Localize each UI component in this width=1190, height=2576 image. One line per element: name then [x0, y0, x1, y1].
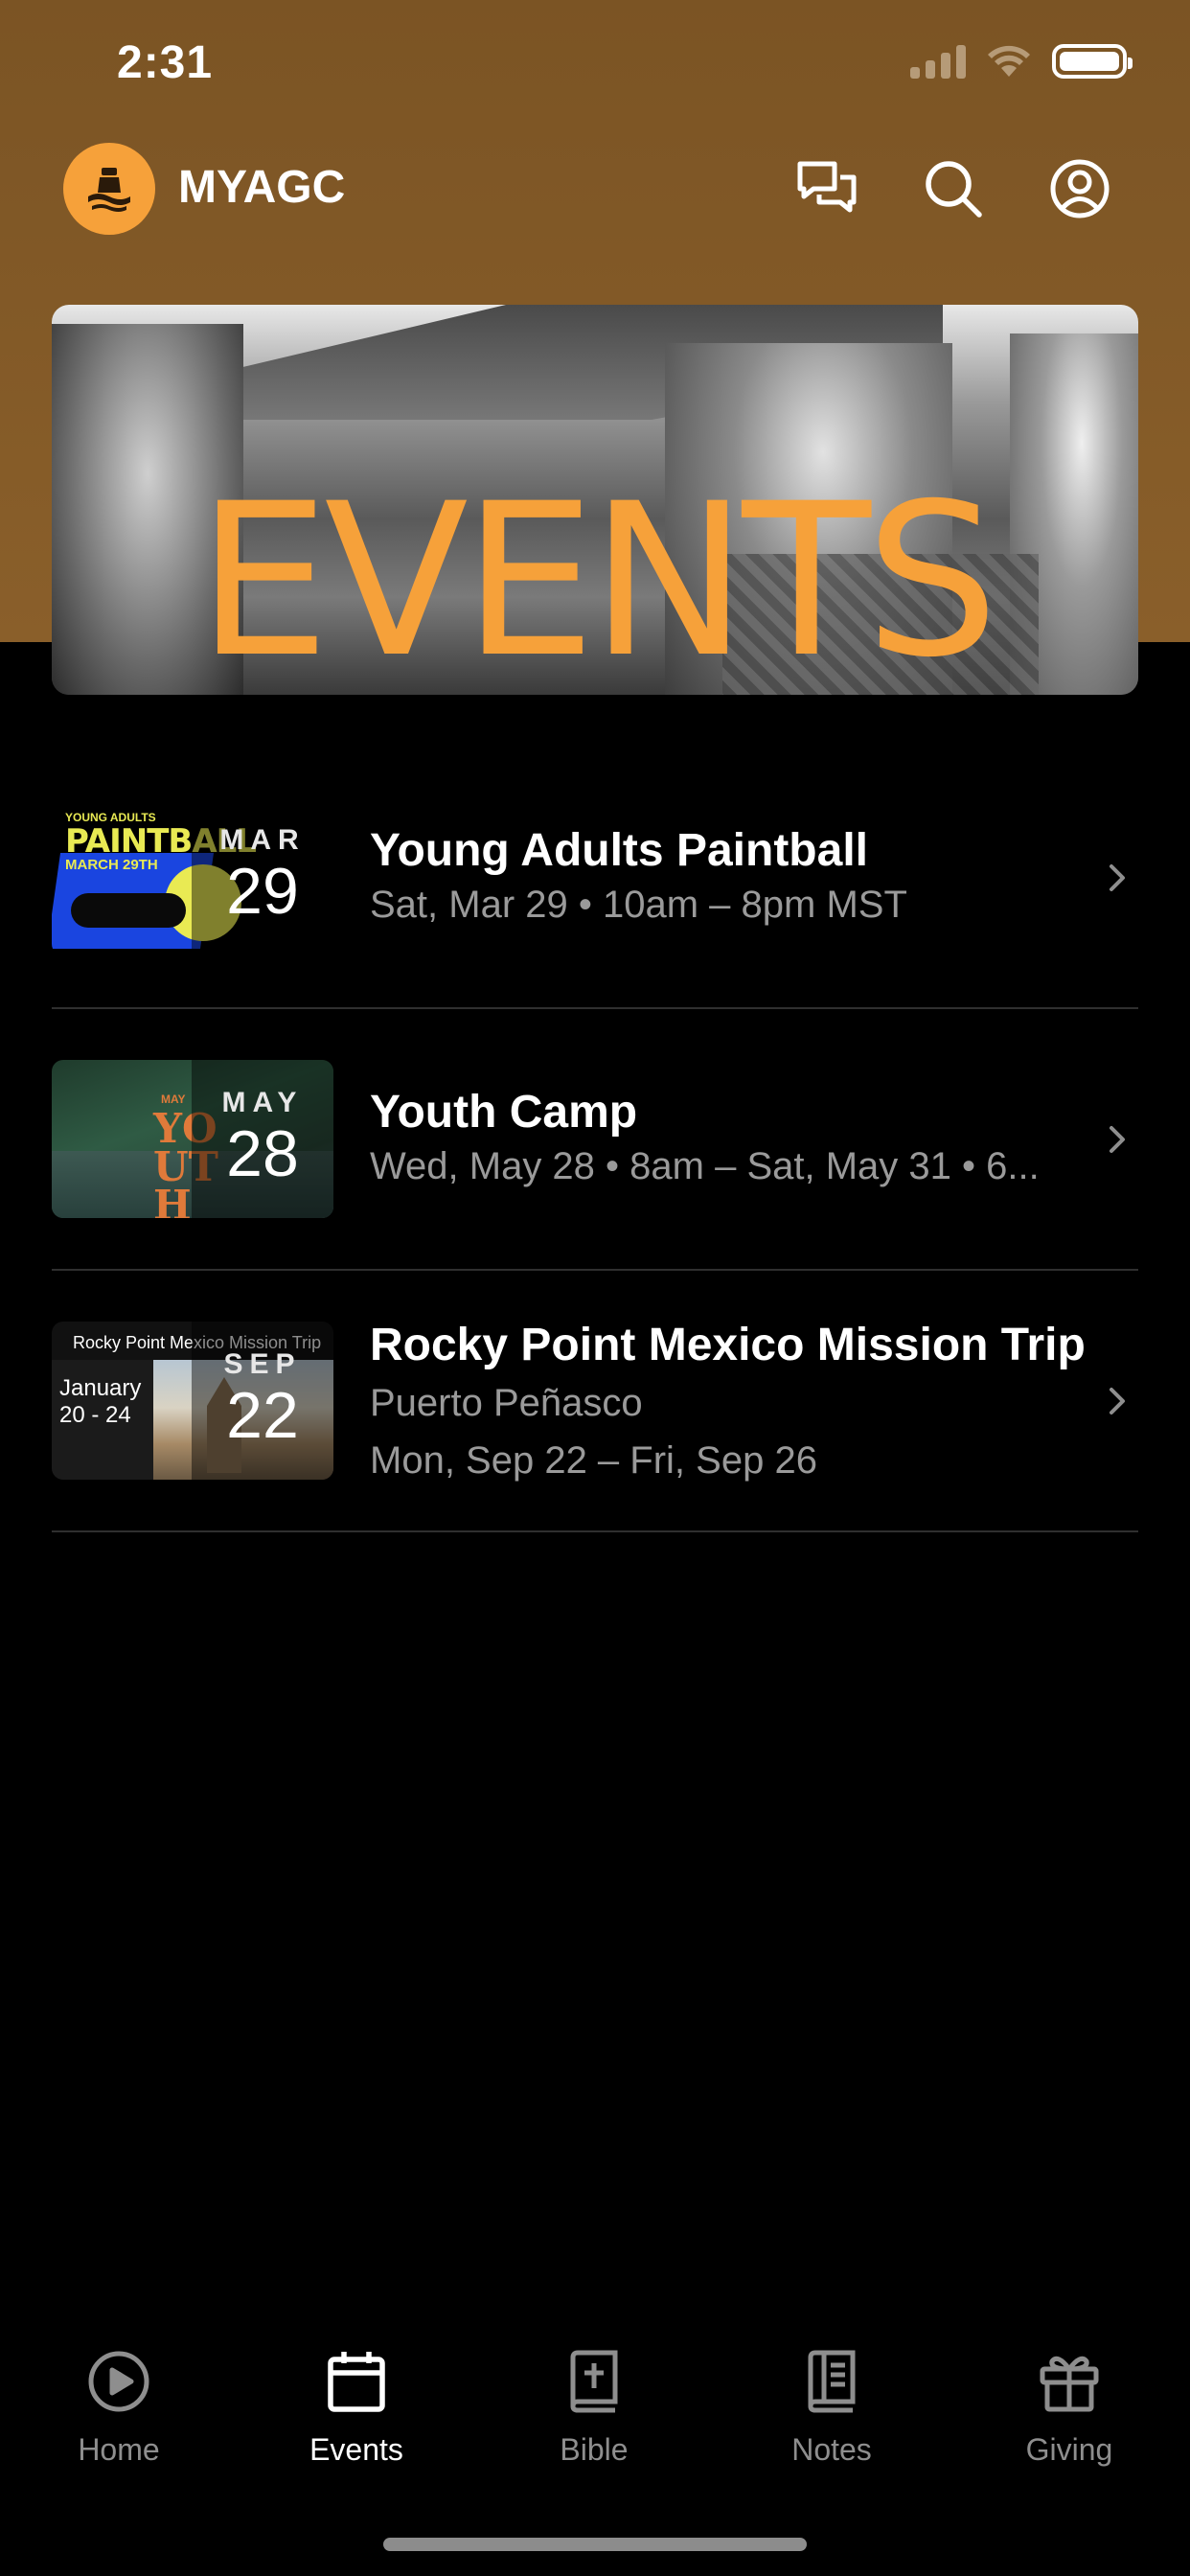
battery-icon — [1052, 44, 1133, 79]
event-row-youth-camp[interactable]: MAY YOUTH CAMP MAY 28 Youth Camp Wed, Ma… — [52, 1009, 1138, 1271]
event-datetime: Sat, Mar 29 • 10am – 8pm MST — [370, 884, 907, 926]
wifi-icon — [988, 45, 1030, 77]
chevron-right-icon — [1110, 864, 1125, 891]
play-circle-icon — [88, 2351, 149, 2412]
event-thumbnail: YOUNG ADULTS PAINTBALL MARCH 29TH MAR 29 — [52, 797, 333, 955]
event-title: Rocky Point Mexico Mission Trip — [370, 1320, 1086, 1370]
tab-giving[interactable]: Giving — [973, 2348, 1165, 2468]
notes-icon — [808, 2350, 856, 2413]
tab-label: Giving — [1025, 2432, 1113, 2467]
date-day: 22 — [226, 1379, 299, 1452]
profile-button[interactable] — [1046, 155, 1113, 222]
tab-events[interactable]: Events — [261, 2348, 452, 2468]
date-badge: MAR 29 — [192, 797, 333, 955]
chevron-right-icon — [1110, 1388, 1125, 1414]
date-badge: MAY 28 — [192, 1060, 333, 1218]
thumb-label: MARCH 29TH — [65, 857, 158, 873]
event-datetime: Wed, May 28 • 8am – Sat, May 31 • 6... — [370, 1145, 1040, 1187]
status-icons — [910, 44, 1133, 79]
status-time: 2:31 — [117, 37, 214, 88]
chevron-right-icon — [1110, 1126, 1125, 1153]
events-banner: EVENTS — [52, 305, 1138, 695]
date-month: SEP — [223, 1348, 302, 1380]
thumb-label-range: 20 - 24 — [59, 1401, 131, 1428]
gift-icon — [1040, 2356, 1099, 2412]
tab-label: Events — [309, 2432, 403, 2467]
date-month: MAY — [221, 1087, 304, 1118]
event-thumbnail: Rocky Point Mexico Mission Trip January … — [52, 1322, 333, 1480]
tab-label: Notes — [791, 2432, 872, 2467]
event-title: Young Adults Paintball — [370, 825, 868, 876]
profile-icon — [1050, 159, 1110, 218]
event-title: Youth Camp — [370, 1087, 638, 1138]
thumb-label-month: January — [59, 1375, 142, 1401]
tab-notes[interactable]: Notes — [736, 2348, 927, 2468]
search-icon — [926, 161, 982, 218]
lighthouse-icon — [88, 168, 130, 212]
signal-icon — [910, 44, 966, 79]
calendar-icon — [328, 2352, 385, 2412]
thumb-shape — [71, 893, 186, 928]
tab-home[interactable]: Home — [23, 2348, 215, 2468]
tab-bible[interactable]: Bible — [498, 2348, 690, 2468]
tab-label: Home — [78, 2432, 160, 2467]
banner-title: EVENTS — [196, 458, 998, 695]
event-row-rocky-point[interactable]: Rocky Point Mexico Mission Trip January … — [52, 1271, 1138, 1532]
thumb-label: January 20 - 24 — [59, 1375, 141, 1428]
event-thumbnail: MAY YOUTH CAMP MAY 28 — [52, 1060, 333, 1218]
tab-label: Bible — [560, 2432, 629, 2467]
chat-button[interactable] — [793, 155, 860, 222]
date-badge: SEP 22 — [192, 1322, 333, 1480]
search-button[interactable] — [920, 155, 987, 222]
date-month: MAR — [219, 824, 306, 856]
app-title: MYAGC — [178, 162, 346, 213]
app-logo[interactable] — [63, 143, 155, 235]
event-row-paintball[interactable]: YOUNG ADULTS PAINTBALL MARCH 29TH MAR 29… — [52, 748, 1138, 1009]
event-datetime: Mon, Sep 22 – Fri, Sep 26 — [370, 1439, 817, 1482]
date-day: 28 — [226, 1117, 299, 1190]
thumb-label: MAY — [161, 1092, 186, 1106]
chat-icon — [797, 161, 857, 213]
event-location: Puerto Peñasco — [370, 1382, 643, 1424]
date-day: 29 — [226, 855, 299, 928]
home-indicator[interactable] — [383, 2538, 807, 2551]
bible-icon — [570, 2350, 618, 2413]
